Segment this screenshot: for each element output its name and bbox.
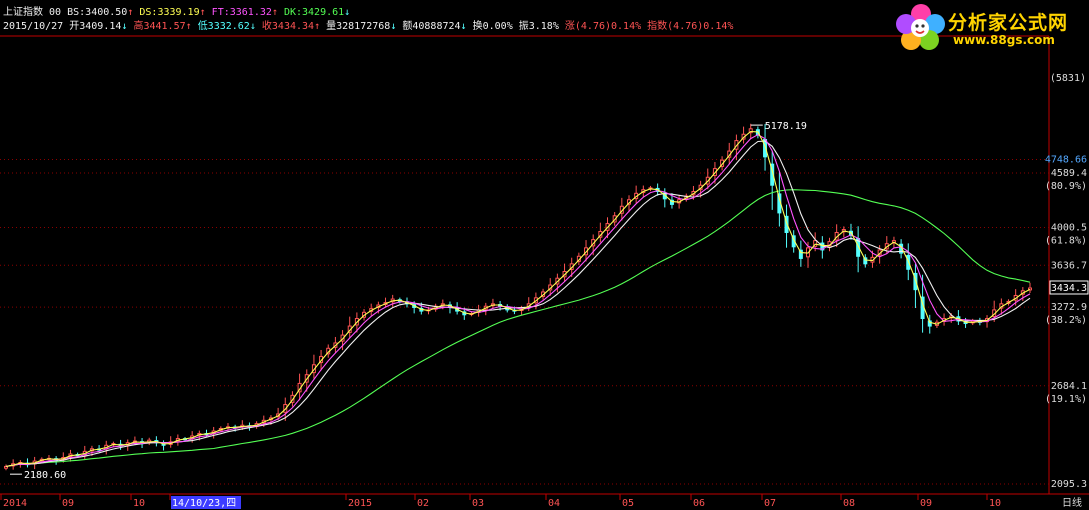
x-tick-label: 05 xyxy=(622,498,634,509)
open-value: 开3409.14 xyxy=(69,21,122,32)
arrow-up-icon: ↑ xyxy=(271,7,278,18)
index-name[interactable]: 上证指数 xyxy=(3,7,43,18)
y-tick-label: 4589.4 xyxy=(1051,168,1087,179)
x-tick-label: 14/10/23,四 xyxy=(172,498,236,509)
period-code: 00 xyxy=(49,7,62,18)
x-tick-label: 09 xyxy=(920,498,932,509)
high-annotation: 5178.19 xyxy=(765,121,807,132)
y-pct-label: (38.2%) xyxy=(1045,315,1087,326)
arrow-down-icon: ↓ xyxy=(249,21,256,32)
flower-logo-icon xyxy=(896,4,945,50)
current-price-label: 3434.3 xyxy=(1051,283,1087,294)
low-value: 低3332.62 xyxy=(197,21,250,32)
x-tick-label: 2015 xyxy=(348,498,372,509)
amplitude-value: 振3.18% xyxy=(518,21,559,32)
arrow-down-icon: ↓ xyxy=(460,21,467,32)
close-value: 收3434.34 xyxy=(261,21,315,32)
x-tick-label: 02 xyxy=(417,498,429,509)
y-pct-label: (61.8%) xyxy=(1045,235,1087,246)
volume-value: 量328172768 xyxy=(326,21,391,32)
amount-value: 额40888724 xyxy=(402,21,461,32)
logo-url: www.88gs.com xyxy=(953,33,1055,47)
dk-value: DK:3429.61 xyxy=(283,7,345,18)
bs-value: BS:3400.50 xyxy=(67,7,128,18)
x-unit-label: 日线 xyxy=(1062,496,1082,509)
arrow-up-icon: ↑ xyxy=(185,21,192,32)
arrow-down-icon: ↓ xyxy=(121,21,128,32)
turnover-value: 换0.00% xyxy=(472,21,513,32)
y-tick-label: 4748.66 xyxy=(1045,154,1087,165)
ma20-line xyxy=(5,140,1031,468)
low-annotation: 2180.60 xyxy=(24,470,66,481)
change-value: 涨(4.76)0.14% xyxy=(564,21,642,32)
x-tick-label: 09 xyxy=(62,498,74,509)
y-tick-label: 2095.3 xyxy=(1051,479,1087,490)
x-tick-label: 10 xyxy=(989,498,1001,509)
y-tick-label: 4000.5 xyxy=(1051,222,1087,233)
header-indicators: 上证指数 00 BS:3400.50↑ DS:3339.19↑ FT:3361.… xyxy=(3,7,350,19)
quote-date: 2015/10/27 xyxy=(3,21,64,32)
index-change-value: 指数(4.76)0.14% xyxy=(647,21,734,32)
y-tick-label: 3272.9 xyxy=(1051,302,1087,313)
x-tick-label: 06 xyxy=(693,498,705,509)
y-pct-label: (80.9%) xyxy=(1045,181,1087,192)
y-top-label: (5831) xyxy=(1050,73,1086,84)
arrow-down-icon: ↓ xyxy=(390,21,397,32)
site-logo[interactable]: 分析家公式网 www.88gs.com xyxy=(893,2,1087,52)
arrow-down-icon: ↓ xyxy=(344,7,351,18)
ma10-line xyxy=(5,134,1031,468)
kline-chart[interactable]: (5831) 4748.66 4589.4 (80.9%) 4000.5 (61.8%) 3… xyxy=(0,0,1089,510)
x-tick-label: 03 xyxy=(472,498,484,509)
y-pct-label: (19.1%) xyxy=(1045,394,1087,405)
y-tick-label: 3636.7 xyxy=(1051,260,1087,271)
x-tick-label: 08 xyxy=(843,498,855,509)
x-tick-label: 07 xyxy=(764,498,776,509)
ma5-line xyxy=(5,130,1031,468)
header-quote: 2015/10/27 开3409.14↓ 高3441.57↑ 低3332.62↓… xyxy=(3,21,733,33)
ft-value: FT:3361.32 xyxy=(211,7,272,18)
arrow-up-icon: ↑ xyxy=(127,7,134,18)
x-tick-label: 10 xyxy=(133,498,145,509)
ds-value: DS:3339.19 xyxy=(139,7,200,18)
arrow-up-icon: ↑ xyxy=(199,7,206,18)
logo-title: 分析家公式网 xyxy=(948,12,1069,34)
y-tick-label: 2684.1 xyxy=(1051,381,1087,392)
x-tick-label: 04 xyxy=(548,498,560,509)
arrow-up-icon: ↑ xyxy=(314,21,321,32)
high-value: 高3441.57 xyxy=(133,21,186,32)
x-tick-label: 2014 xyxy=(3,498,27,509)
ma60-line xyxy=(5,189,1031,468)
